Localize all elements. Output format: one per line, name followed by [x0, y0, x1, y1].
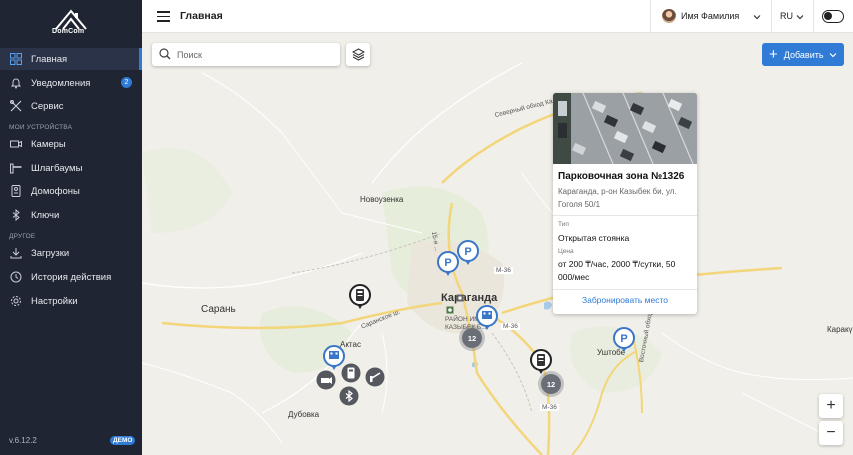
poi-icon	[446, 306, 454, 314]
card-price-value: от 200 ₸/час, 2000 ₸/сутки, 50 000/мес	[558, 259, 676, 282]
camera-marker[interactable]	[316, 370, 336, 390]
parking-info-card: Парковочная зона №1326 Караганда, р-он К…	[553, 93, 697, 314]
bluetooth-key-icon	[10, 209, 22, 221]
grid-icon	[10, 53, 22, 65]
sidebar-item-label: Настройки	[31, 295, 78, 307]
sidebar-item-label: Ключи	[31, 209, 60, 221]
parking-marker-selected[interactable]: P	[613, 327, 635, 353]
parking-photo	[553, 93, 697, 164]
layers-icon	[351, 48, 365, 61]
parking-marker[interactable]: P	[457, 240, 479, 266]
sidebar-item-cameras[interactable]: Камеры	[0, 133, 142, 155]
sidebar-item-settings[interactable]: Настройки	[0, 290, 142, 312]
parking-marker[interactable]: P	[437, 251, 459, 277]
card-divider	[553, 215, 697, 216]
map-label-novouzenka: Новоузенка	[360, 195, 404, 204]
svg-text:P: P	[620, 333, 627, 345]
logo-text: DomCom	[52, 28, 85, 35]
top-header: Главная Имя Фамилия RU	[142, 0, 853, 33]
barrier-marker[interactable]	[365, 367, 385, 387]
header-divider	[650, 0, 651, 33]
search-box	[152, 43, 340, 66]
sidebar-item-label: Шлагбаумы	[31, 162, 83, 174]
history-icon	[10, 271, 22, 283]
sidebar-item-intercoms[interactable]: Домофоны	[0, 180, 142, 202]
language-selector[interactable]: RU	[780, 11, 793, 21]
sidebar-item-service[interactable]: Сервис	[0, 95, 142, 117]
theme-toggle[interactable]	[822, 10, 844, 23]
download-icon	[10, 247, 22, 259]
add-button[interactable]: + Добавить	[762, 43, 844, 66]
header-divider	[771, 0, 772, 33]
svg-text:P: P	[464, 246, 471, 258]
app-version: v.6.12.2	[9, 436, 37, 445]
barrier-icon	[10, 162, 22, 174]
plus-icon: +	[769, 46, 778, 63]
menu-icon[interactable]	[157, 11, 170, 22]
svg-text:P: P	[444, 257, 451, 269]
map-label-karaganda: Караганда	[441, 292, 498, 304]
zoom-out-button[interactable]: −	[819, 421, 843, 445]
header-divider	[813, 0, 814, 33]
sidebar-item-keys[interactable]: Ключи	[0, 204, 142, 226]
intercom-marker[interactable]	[530, 349, 552, 375]
building-marker[interactable]	[476, 305, 498, 331]
tools-icon	[10, 100, 22, 112]
sidebar-item-notifications[interactable]: Уведомления 2	[0, 72, 142, 94]
card-title: Парковочная зона №1326	[558, 171, 685, 182]
camera-icon	[10, 138, 22, 150]
card-type-label: Тип	[558, 221, 569, 228]
chevron-down-icon[interactable]	[753, 13, 761, 21]
user-name[interactable]: Имя Фамилия	[681, 11, 739, 21]
card-price-label: Цена	[558, 248, 574, 255]
map-base-layer	[142, 33, 853, 455]
layers-button[interactable]	[346, 43, 370, 66]
intercom-marker[interactable]	[349, 284, 371, 310]
map-label-m36: М-36	[501, 323, 520, 330]
search-icon	[159, 48, 171, 60]
card-type-value: Открытая стоянка	[558, 233, 630, 243]
sidebar-item-label: Домофоны	[31, 185, 80, 197]
sidebar-item-label: Уведомления	[31, 77, 91, 89]
bluetooth-key-marker[interactable]	[339, 386, 359, 406]
map-label-dubovka: Дубовка	[288, 410, 320, 419]
sidebar: DomCom Главная Уведомления 2 Сервис МОИ …	[0, 0, 142, 455]
avatar[interactable]	[662, 9, 676, 23]
bell-icon	[10, 77, 22, 89]
map-label-karaku: Каракү	[827, 325, 853, 334]
sidebar-item-history[interactable]: История действия	[0, 266, 142, 288]
sidebar-item-label: Главная	[31, 53, 68, 65]
section-label-devices: МОИ УСТРОЙСТВА	[9, 124, 73, 131]
map-area[interactable]: Караганда Сарань Новоузенка Актас Дубовк…	[142, 33, 853, 455]
cluster-marker[interactable]: 12	[541, 374, 561, 394]
search-input[interactable]	[177, 47, 332, 62]
card-address: Караганда, р-он Казыбек би, ул. Гоголя 5…	[558, 187, 677, 209]
book-spot-button[interactable]: Забронировать место	[553, 295, 697, 305]
zoom-in-button[interactable]: +	[819, 394, 843, 418]
intercom-icon	[10, 185, 22, 197]
sidebar-item-label: Камеры	[31, 138, 66, 150]
chevron-down-icon	[829, 52, 836, 57]
demo-badge: ДЕМО	[110, 436, 136, 445]
map-label-m36: М-36	[494, 267, 513, 274]
map-label-m36: М-36	[540, 404, 559, 411]
cluster-marker[interactable]: 12	[462, 328, 482, 348]
sidebar-item-home[interactable]: Главная	[0, 48, 142, 70]
poi-icon	[456, 294, 464, 302]
section-label-other: ДРУГОЕ	[9, 233, 36, 240]
sidebar-item-label: История действия	[31, 271, 112, 283]
add-button-label: Добавить	[783, 49, 824, 60]
sidebar-item-barriers[interactable]: Шлагбаумы	[0, 157, 142, 179]
chevron-down-icon[interactable]	[796, 13, 804, 21]
sidebar-item-downloads[interactable]: Загрузки	[0, 242, 142, 264]
notification-count-badge: 2	[121, 77, 132, 88]
page-title: Главная	[180, 10, 223, 22]
settings-icon	[10, 295, 22, 307]
map-label-saran: Сарань	[201, 304, 236, 315]
card-divider	[553, 289, 697, 290]
sidebar-item-label: Загрузки	[31, 247, 70, 259]
sidebar-item-label: Сервис	[31, 100, 64, 112]
intercom-device-marker[interactable]	[341, 363, 361, 383]
